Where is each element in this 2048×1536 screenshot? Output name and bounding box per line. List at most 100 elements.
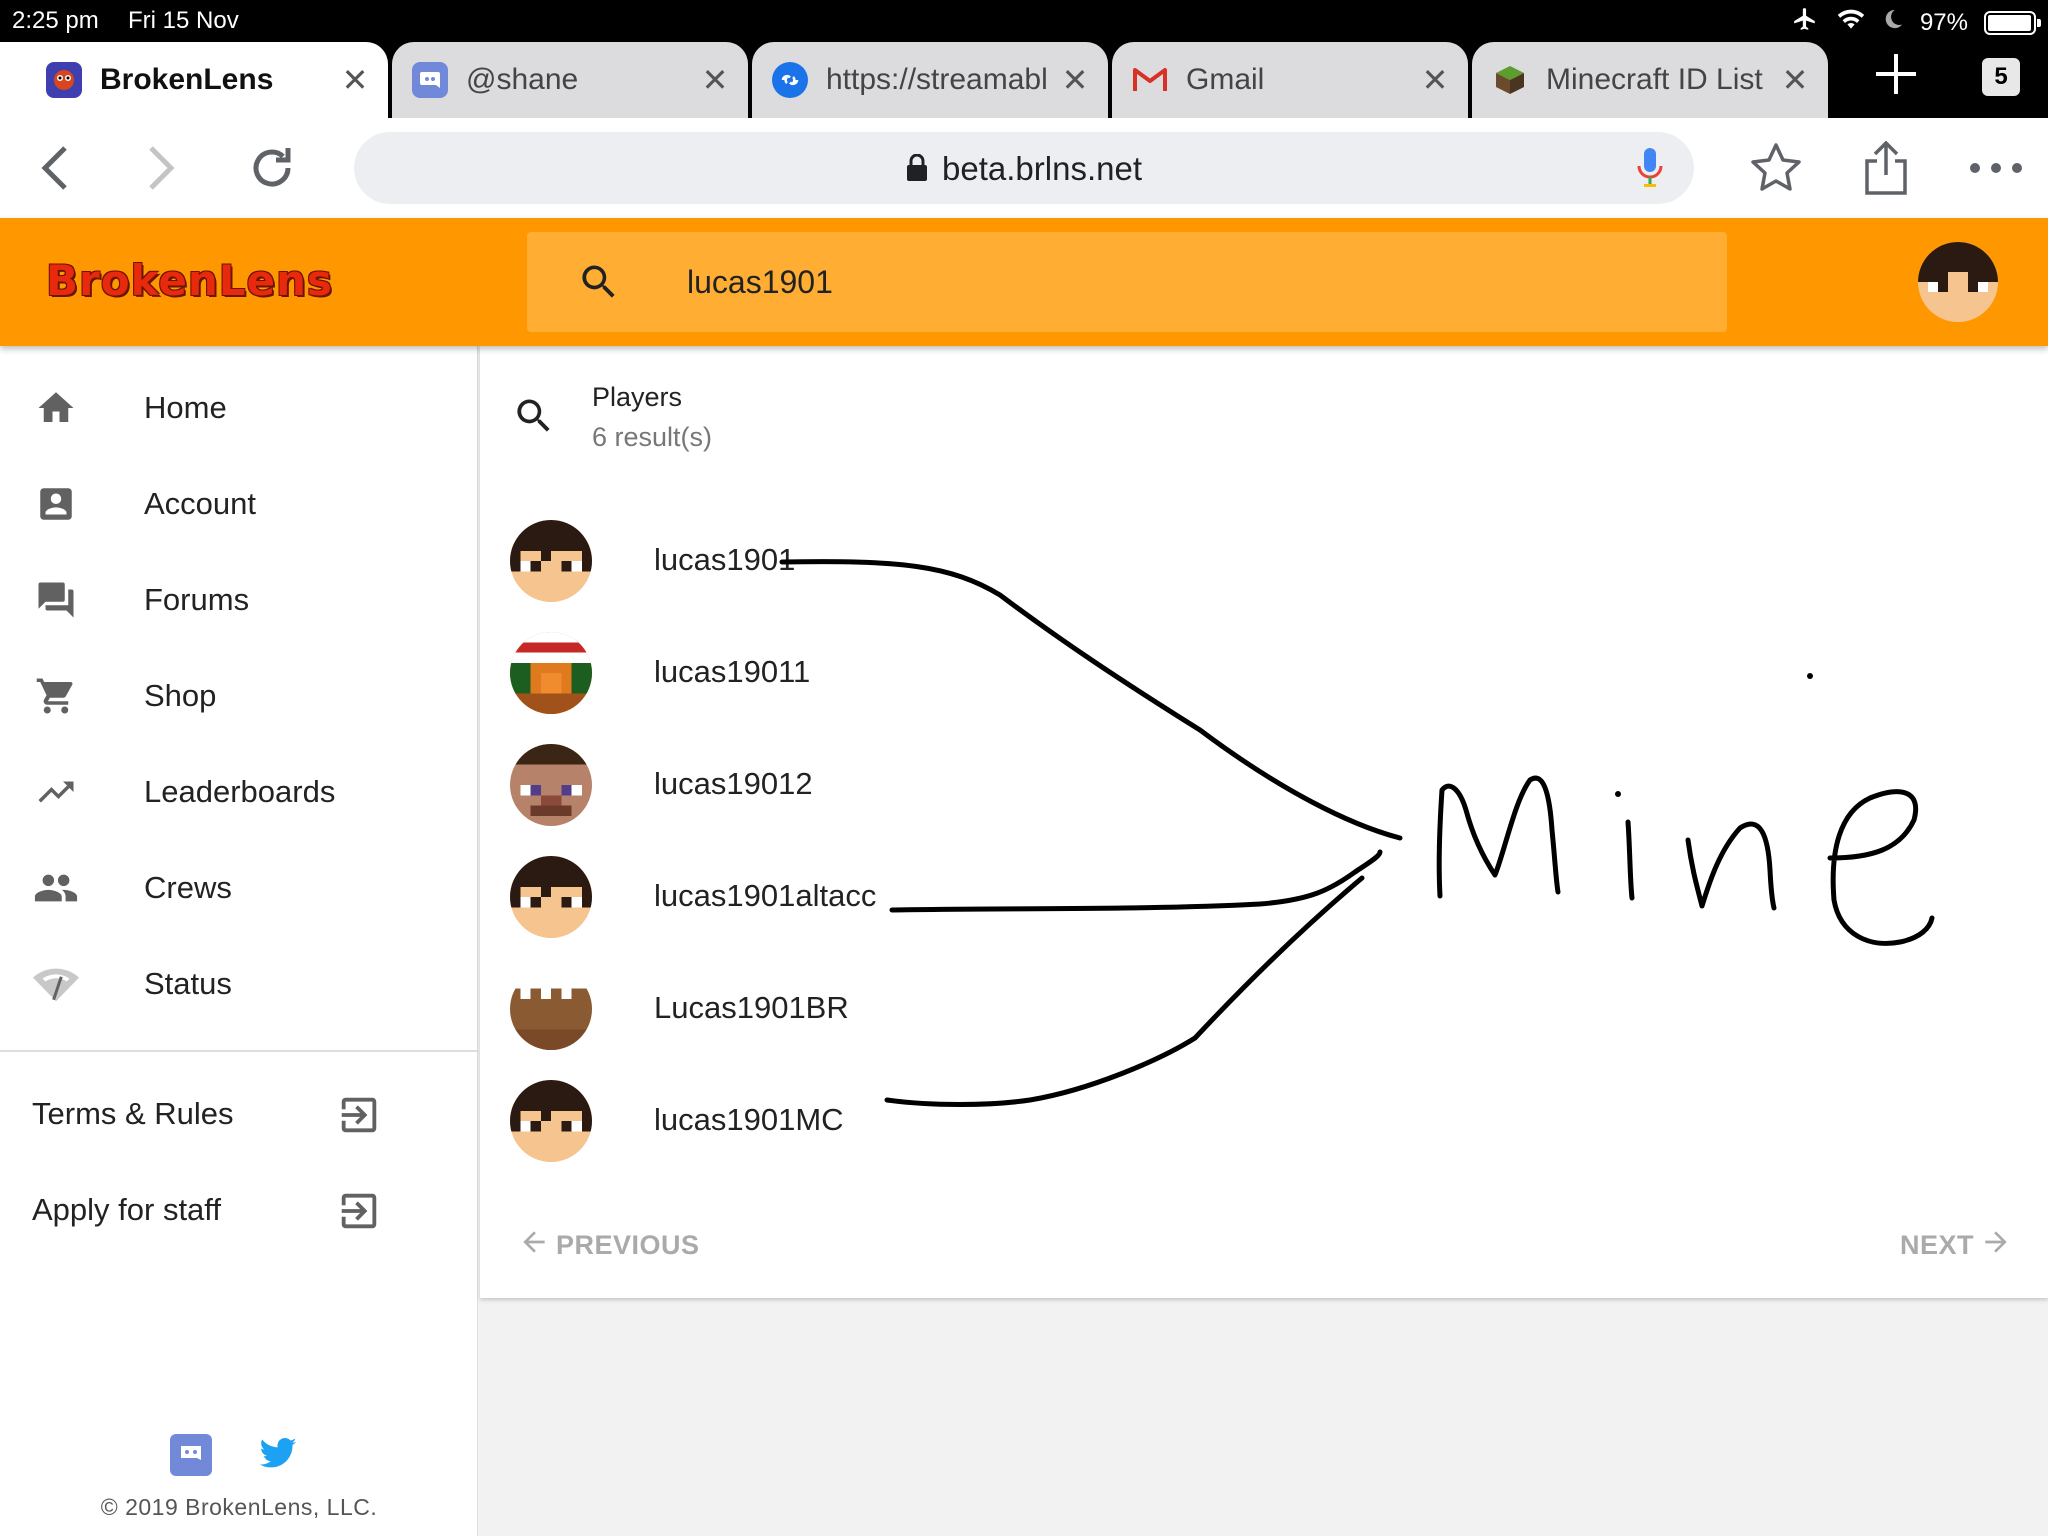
player-avatar: [510, 744, 592, 826]
player-search-field[interactable]: lucas1901: [527, 232, 1727, 332]
cart-icon: [32, 672, 80, 720]
search-icon: [577, 260, 621, 309]
player-name: lucas1901MC: [654, 1102, 844, 1137]
tab-brokenlens[interactable]: BrokenLens ✕: [0, 42, 388, 118]
minecraft-favicon: [1492, 62, 1528, 98]
battery-percent: 97%: [1919, 8, 1968, 36]
player-name: Lucas1901BR: [654, 990, 849, 1025]
sidebar-item-status[interactable]: Status: [0, 936, 478, 1032]
bookmark-star-button[interactable]: [1746, 138, 1806, 198]
sidebar-item-label: Home: [144, 390, 227, 425]
trending-up-icon: [32, 768, 80, 816]
close-tab-icon[interactable]: ✕: [1060, 61, 1090, 99]
sidebar-link-label: Apply for staff: [32, 1192, 221, 1227]
site-header: BrokenLens lucas1901: [0, 218, 2048, 346]
search-input[interactable]: lucas1901: [687, 264, 833, 301]
account-icon: [32, 480, 80, 528]
player-row-lucas1901[interactable]: lucas1901: [510, 516, 1410, 606]
forum-icon: [32, 576, 80, 624]
site-logo[interactable]: BrokenLens: [46, 256, 333, 305]
back-button[interactable]: [24, 138, 84, 198]
tab-streamable[interactable]: https://streamabl ✕: [752, 42, 1108, 118]
sidebar: Home Account Forums Shop Leaderboards Cr…: [0, 346, 478, 1536]
player-row-lucas19012[interactable]: lucas19012: [510, 740, 1410, 830]
home-icon: [32, 384, 80, 432]
sidebar-item-label: Shop: [144, 678, 217, 713]
gmail-favicon: [1132, 62, 1168, 98]
tab-title: https://streamabl: [826, 63, 1048, 96]
next-label: NEXT: [1899, 1230, 1974, 1260]
player-avatar: [510, 856, 592, 938]
previous-page-button[interactable]: PREVIOUS: [518, 1226, 700, 1265]
close-tab-icon[interactable]: ✕: [700, 61, 730, 99]
date: Fri 15 Nov: [128, 7, 239, 34]
sidebar-item-forums[interactable]: Forums: [0, 552, 478, 648]
next-page-button[interactable]: NEXT: [1900, 1226, 2012, 1265]
tab-minecraft[interactable]: Minecraft ID List ✕: [1472, 42, 1828, 118]
exit-to-app-icon: [336, 1092, 382, 1143]
share-button[interactable]: [1856, 138, 1916, 198]
clock: 2:25 pm: [12, 7, 99, 34]
user-avatar[interactable]: [1918, 242, 1998, 322]
url-text: beta.brlns.net: [942, 150, 1142, 187]
exit-to-app-icon: [336, 1188, 382, 1239]
sidebar-item-account[interactable]: Account: [0, 456, 478, 552]
sidebar-item-label: Leaderboards: [144, 774, 336, 809]
copyright-text: © 2019 BrokenLens, LLC.: [100, 1494, 378, 1520]
previous-label: PREVIOUS: [556, 1230, 700, 1260]
status-bar: 2:25 pm Fri 15 Nov 97%: [0, 0, 2048, 42]
sidebar-item-label: Crews: [144, 870, 232, 905]
tab-title: @shane: [466, 63, 579, 96]
player-avatar: [510, 968, 592, 1050]
player-row-lucas1901mc[interactable]: lucas1901MC: [510, 1076, 1410, 1166]
reload-button[interactable]: [242, 138, 302, 198]
discord-favicon: [412, 62, 448, 98]
streamable-favicon: [772, 62, 808, 98]
close-tab-icon[interactable]: ✕: [1420, 61, 1450, 99]
sidebar-item-label: Status: [144, 966, 232, 1001]
tab-title: Minecraft ID List: [1546, 63, 1763, 96]
new-tab-button[interactable]: [1868, 48, 1924, 104]
sidebar-item-crews[interactable]: Crews: [0, 840, 478, 936]
search-results-card: Players 6 result(s) lucas1901 lucas19011…: [480, 346, 2048, 1298]
tab-gmail[interactable]: Gmail ✕: [1112, 42, 1468, 118]
results-title: Players: [592, 382, 683, 412]
more-menu-button[interactable]: [1966, 138, 2026, 198]
arrow-left-icon: [518, 1226, 550, 1265]
search-icon: [512, 394, 556, 443]
tab-title: BrokenLens: [100, 63, 274, 96]
lock-icon: [906, 152, 928, 190]
sidebar-item-label: Forums: [144, 582, 250, 617]
sidebar-item-label: Account: [144, 486, 257, 521]
forward-button[interactable]: [132, 138, 192, 198]
sidebar-link-apply-staff[interactable]: Apply for staff: [0, 1166, 478, 1256]
brokenlens-favicon: [46, 62, 82, 98]
address-bar[interactable]: beta.brlns.net: [354, 132, 1694, 204]
wifi-icon: [1836, 7, 1866, 38]
battery-level: [1988, 14, 2031, 31]
tab-discord[interactable]: @shane ✕: [392, 42, 748, 118]
player-avatar: [510, 632, 592, 714]
signal-icon: [32, 960, 80, 1008]
sidebar-item-shop[interactable]: Shop: [0, 648, 478, 744]
tab-strip: BrokenLens ✕ @shane ✕ https://streamabl …: [0, 42, 2048, 118]
close-tab-icon[interactable]: ✕: [1780, 61, 1810, 99]
sidebar-item-home[interactable]: Home: [0, 360, 478, 456]
player-row-lucas19011[interactable]: lucas19011: [510, 628, 1410, 718]
player-row-lucas1901altacc[interactable]: lucas1901altacc: [510, 852, 1410, 942]
discord-icon[interactable]: [170, 1434, 212, 1481]
tab-count-badge[interactable]: 5: [1982, 58, 2020, 96]
player-name: lucas1901: [654, 542, 796, 577]
twitter-icon[interactable]: [258, 1434, 298, 1481]
sidebar-item-leaderboards[interactable]: Leaderboards: [0, 744, 478, 840]
sidebar-link-terms-rules[interactable]: Terms & Rules: [0, 1070, 478, 1160]
moon-icon: [1882, 8, 1904, 37]
tab-title: Gmail: [1186, 63, 1265, 96]
player-name: lucas19012: [654, 766, 813, 801]
airplane-icon: [1790, 6, 1820, 39]
player-row-lucas1901br[interactable]: Lucas1901BR: [510, 964, 1410, 1054]
player-avatar: [510, 520, 592, 602]
close-tab-icon[interactable]: ✕: [340, 61, 370, 99]
sidebar-divider: [0, 1050, 478, 1052]
microphone-icon[interactable]: [1636, 146, 1664, 195]
